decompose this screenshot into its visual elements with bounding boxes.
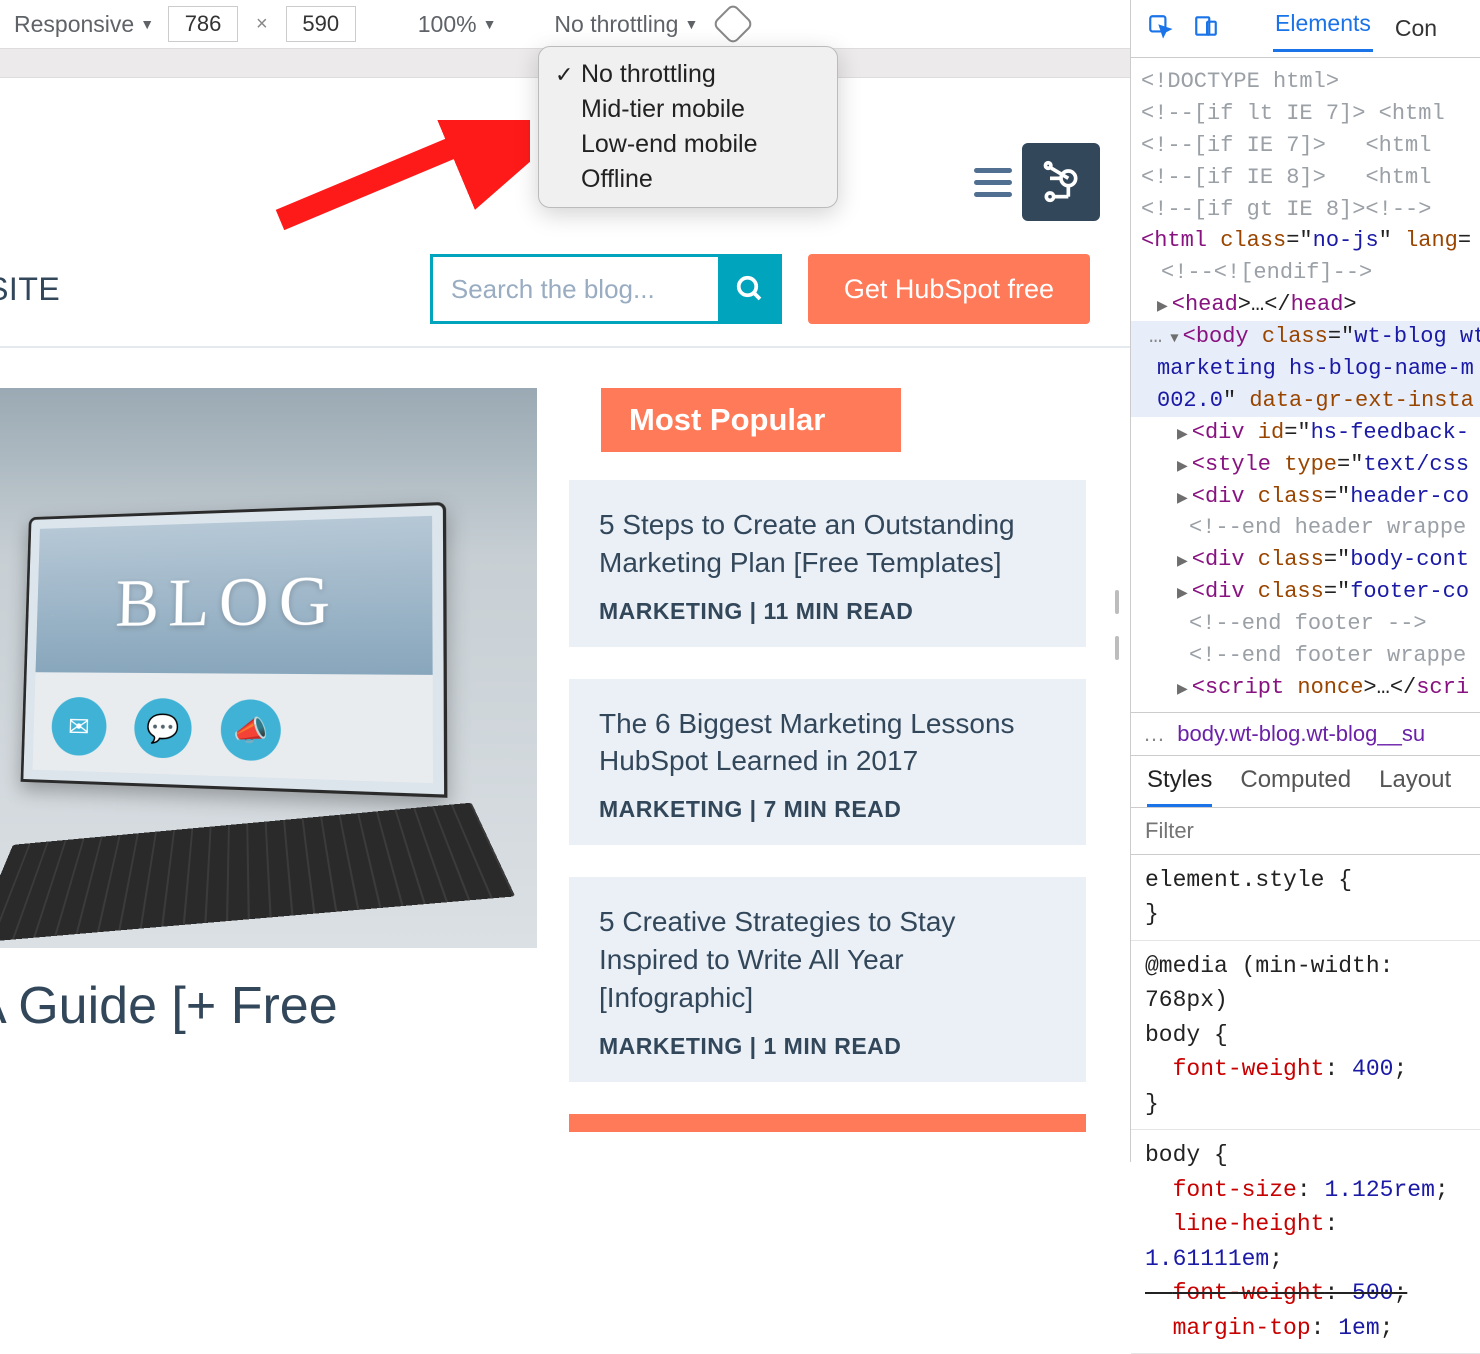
styles-filter-input[interactable] xyxy=(1131,808,1480,855)
search-button[interactable] xyxy=(718,254,782,324)
dimension-separator: × xyxy=(252,13,272,36)
card-title: The 6 Biggest Marketing Lessons HubSpot … xyxy=(599,705,1056,781)
css-rule[interactable]: element.style { } xyxy=(1131,855,1480,941)
css-rule[interactable]: body { font-size: 1.125rem; line-height:… xyxy=(1131,1130,1480,1354)
logo[interactable] xyxy=(1022,143,1100,221)
throttling-select[interactable]: No throttling▼ xyxy=(554,11,698,38)
card-meta: MARKETING | 11 MIN READ xyxy=(599,598,1056,625)
css-rule[interactable]: @media (min-width: 768px) body { font-we… xyxy=(1131,941,1480,1131)
styles-tabs: Styles Computed Layout xyxy=(1131,756,1480,808)
elements-tree[interactable]: <!DOCTYPE html> <!--[if lt IE 7]> <html … xyxy=(1131,58,1480,712)
devtools-header: Elements Con xyxy=(1131,0,1480,58)
height-input[interactable] xyxy=(286,6,356,42)
throttling-menu: ✓No throttling Mid-tier mobile Low-end m… xyxy=(538,46,838,208)
section-divider xyxy=(569,1114,1086,1132)
inspect-icon[interactable] xyxy=(1147,13,1173,45)
dropdown-triangle-icon: ▼ xyxy=(140,16,154,32)
search-icon xyxy=(735,274,765,304)
hero-image-text: BLOG xyxy=(115,561,341,643)
post-title: a Blog Post: A Guide [+ Free xyxy=(0,948,537,1039)
dropdown-triangle-icon: ▼ xyxy=(483,16,497,32)
search xyxy=(430,254,782,324)
popular-card[interactable]: 5 Creative Strategies to Stay Inspired t… xyxy=(569,877,1086,1081)
nav-link[interactable]: WEBSITE xyxy=(0,271,60,308)
throttling-option-none[interactable]: ✓No throttling xyxy=(539,57,837,92)
device-toggle-icon[interactable] xyxy=(1193,13,1219,45)
dropdown-triangle-icon: ▼ xyxy=(684,16,698,32)
hamburger-icon[interactable] xyxy=(974,168,1012,197)
rotate-icon[interactable] xyxy=(712,3,754,45)
resize-handle[interactable] xyxy=(1115,590,1129,660)
width-input[interactable] xyxy=(168,6,238,42)
chat-icon: 💬 xyxy=(134,698,192,759)
zoom-select[interactable]: 100%▼ xyxy=(418,11,497,38)
throttling-option-offline[interactable]: Offline xyxy=(539,162,837,197)
card-meta: MARKETING | 7 MIN READ xyxy=(599,796,1056,823)
popular-card[interactable]: The 6 Biggest Marketing Lessons HubSpot … xyxy=(569,679,1086,846)
card-meta: MARKETING | 1 MIN READ xyxy=(599,1033,1056,1060)
mail-icon: ✉ xyxy=(51,697,107,757)
card-title: 5 Steps to Create an Outstanding Marketi… xyxy=(599,506,1056,582)
cta-button[interactable]: Get HubSpot free xyxy=(808,254,1090,324)
tab-computed[interactable]: Computed xyxy=(1240,766,1351,807)
search-input[interactable] xyxy=(430,254,718,324)
tab-layout[interactable]: Layout xyxy=(1379,766,1451,807)
card-title: 5 Creative Strategies to Stay Inspired t… xyxy=(599,903,1056,1016)
most-popular-heading: Most Popular xyxy=(601,388,901,452)
tab-elements[interactable]: Elements xyxy=(1273,6,1373,52)
check-icon: ✓ xyxy=(555,62,581,88)
page-preview: VICE WEBSITE Get HubSpot free BLOG ✉ 💬 📣 a… xyxy=(0,132,1130,1132)
nav-bar: VICE WEBSITE Get HubSpot free xyxy=(0,232,1130,348)
hero-image: BLOG ✉ 💬 📣 xyxy=(0,388,537,948)
megaphone-icon: 📣 xyxy=(220,699,281,761)
throttling-option-lowend[interactable]: Low-end mobile xyxy=(539,127,837,162)
popular-card[interactable]: 5 Steps to Create an Outstanding Marketi… xyxy=(569,480,1086,647)
throttling-option-midtier[interactable]: Mid-tier mobile xyxy=(539,92,837,127)
tab-styles[interactable]: Styles xyxy=(1147,766,1212,807)
breadcrumb[interactable]: … body.wt-blog.wt-blog__su xyxy=(1131,712,1480,756)
devtools-panel: Elements Con <!DOCTYPE html> <!--[if lt … xyxy=(1130,0,1480,1162)
device-select[interactable]: Responsive▼ xyxy=(14,11,154,38)
tab-console[interactable]: Con xyxy=(1393,11,1439,46)
